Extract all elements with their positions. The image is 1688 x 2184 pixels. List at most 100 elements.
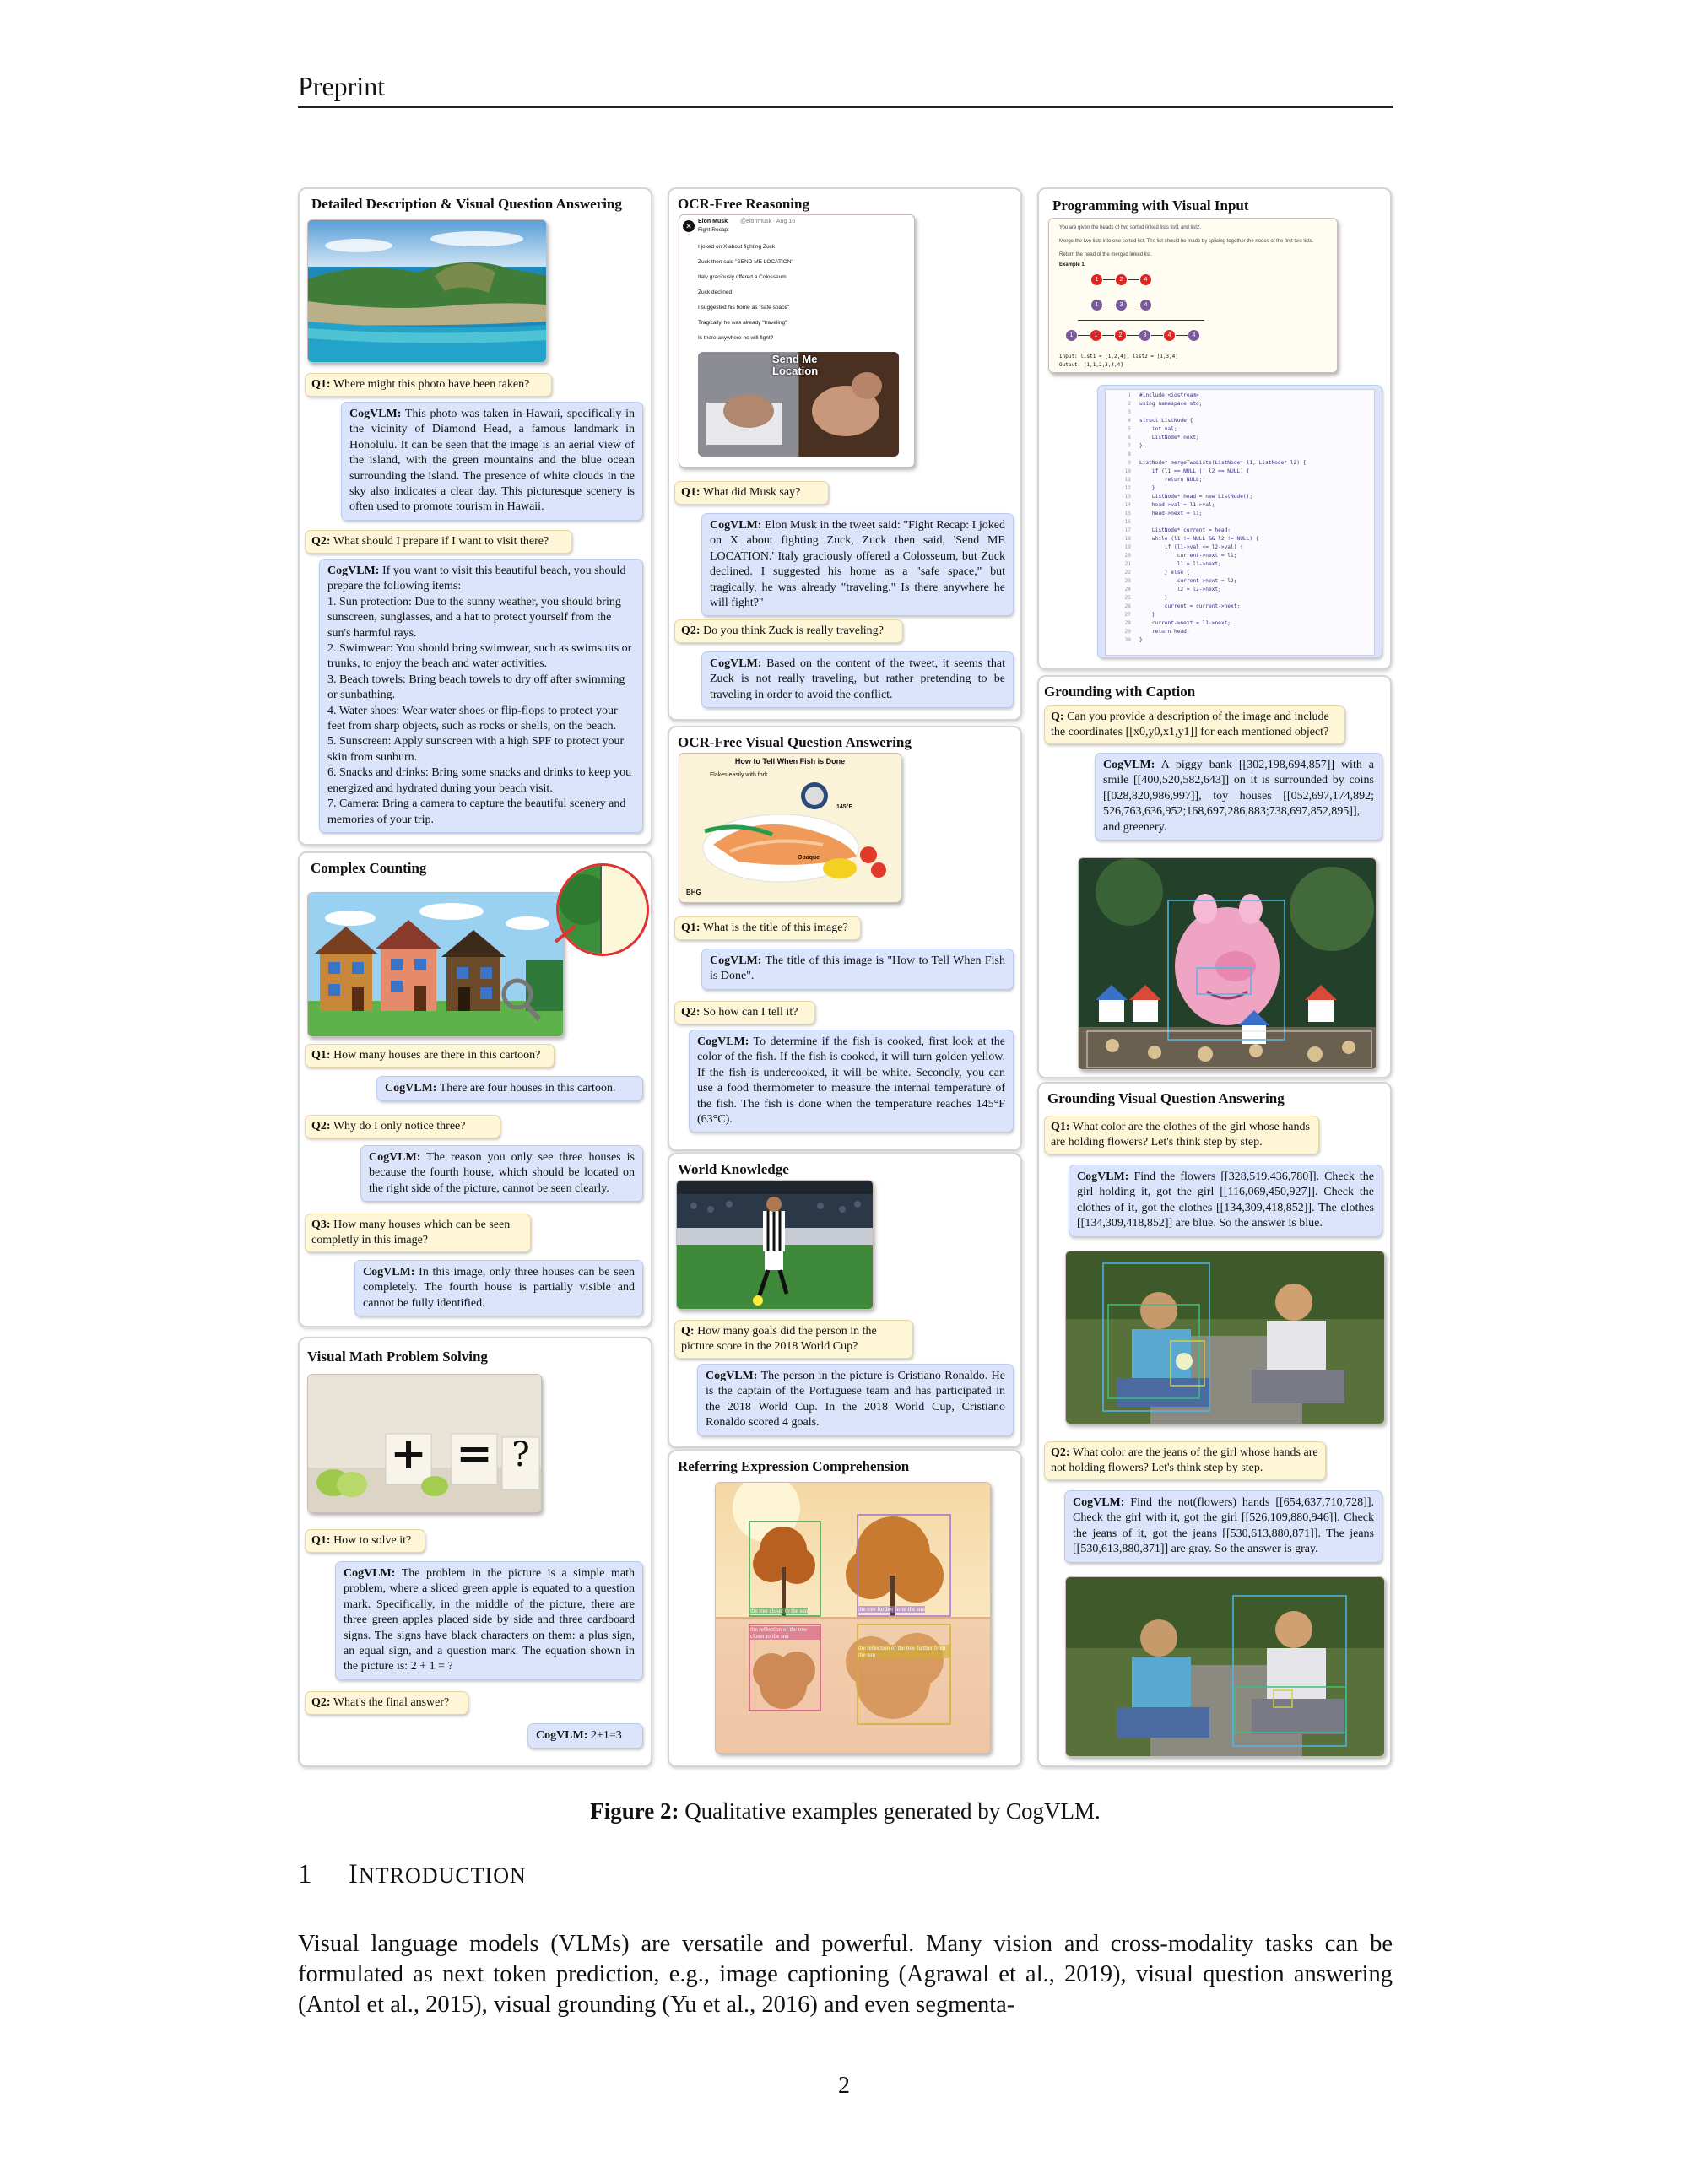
girls-photo-1-image bbox=[1065, 1251, 1385, 1424]
code-line-number: 14 bbox=[1124, 502, 1131, 508]
code-line: 24 l2 = l2->next; bbox=[1106, 586, 1374, 594]
code-line: 6 ListNode* next; bbox=[1106, 434, 1374, 442]
tweet-line: Tragically, he was already "traveling" bbox=[698, 320, 787, 326]
panel-ocr-vqa: OCR-Free Visual Question Answering How t… bbox=[668, 726, 1022, 1151]
answer-1: CogVLM: There are four houses in this ca… bbox=[376, 1076, 643, 1102]
example-input: Input: list1 = [1,2,4], list2 = [1,3,4] bbox=[1059, 354, 1178, 359]
panel-title: Programming with Visual Input bbox=[1052, 197, 1249, 214]
tweet-user: Elon Musk bbox=[698, 219, 728, 224]
answer-label: CogVLM: bbox=[710, 657, 762, 670]
answer-label: CogVLM: bbox=[710, 954, 762, 967]
answer-list-item: 3. Beach towels: Bring beach towels to d… bbox=[327, 673, 625, 702]
code-line-text: } bbox=[1139, 612, 1155, 618]
problem-line: Example 1: bbox=[1059, 262, 1086, 268]
code-line: 25 } bbox=[1106, 594, 1374, 603]
code-line-number: 28 bbox=[1124, 620, 1131, 626]
list-node: 4 bbox=[1164, 330, 1175, 342]
panel-title: Detailed Description & Visual Question A… bbox=[311, 196, 622, 212]
code-line: 13 ListNode* head = new ListNode(); bbox=[1106, 493, 1374, 501]
leetcode-problem-image: You are given the heads of two sorted li… bbox=[1048, 218, 1338, 373]
question-label: Q: bbox=[1051, 711, 1064, 723]
code-line-number: 13 bbox=[1124, 494, 1131, 500]
answer-label: CogVLM: bbox=[1077, 1170, 1129, 1183]
code-block: 1 #include <iostream> 2 using namespace std… bbox=[1105, 389, 1375, 656]
code-line: 4 struct ListNode { bbox=[1106, 417, 1374, 425]
rec-label: the tree further from the sun bbox=[858, 1606, 925, 1613]
answer-text: Elon Musk in the tweet said: "Fight Reca… bbox=[710, 519, 1005, 610]
code-line-text: current->next = l1; bbox=[1139, 553, 1237, 559]
code-line-number: 27 bbox=[1124, 612, 1131, 618]
code-line-number: 22 bbox=[1124, 570, 1131, 576]
panel-title: Referring Expression Comprehension bbox=[678, 1458, 910, 1474]
code-line-number: 30 bbox=[1124, 637, 1131, 643]
list-arrow-icon bbox=[1176, 335, 1188, 337]
panel-grounding-caption: Grounding with Caption Q: Can you provid… bbox=[1037, 675, 1392, 1078]
code-line-text: l1 = l1->next; bbox=[1139, 561, 1221, 567]
list-arrow-icon bbox=[1128, 279, 1139, 281]
code-line-text: ListNode* head = new ListNode(); bbox=[1139, 494, 1253, 500]
code-line: 3 bbox=[1106, 408, 1374, 417]
code-line-text: head->val = l1->val; bbox=[1139, 502, 1215, 508]
code-line: 18 while (l1 != NULL && l2 != NULL) { bbox=[1106, 535, 1374, 543]
code-line-number: 11 bbox=[1124, 477, 1131, 483]
list-arrow-icon bbox=[1078, 335, 1090, 337]
panel-ocr-reasoning: OCR-Free Reasoning ✕ Elon Musk @elonmusk… bbox=[668, 187, 1022, 721]
question-text: Why do I only notice three? bbox=[333, 1120, 466, 1133]
code-line-number: 18 bbox=[1124, 536, 1131, 542]
code-line-number: 25 bbox=[1124, 595, 1131, 601]
rec-label: the reflection of the tree further from … bbox=[858, 1645, 950, 1658]
code-line-number: 16 bbox=[1124, 519, 1131, 525]
question-1: Q1: How many houses are there in this ca… bbox=[305, 1044, 555, 1068]
panel-title: World Knowledge bbox=[678, 1161, 789, 1177]
code-line: 15 head->next = l1; bbox=[1106, 510, 1374, 518]
example-output: Output: [1,1,2,3,4,4] bbox=[1059, 362, 1123, 368]
code-line-text: if (l1->val <= l2->val) { bbox=[1139, 544, 1243, 550]
tweet-photo-overlay: Send Me Location bbox=[772, 353, 819, 377]
tweet-line: Fight Recap: bbox=[698, 227, 729, 233]
code-line-text: } else { bbox=[1139, 570, 1190, 576]
code-line-text: } bbox=[1139, 637, 1143, 643]
code-line-number: 20 bbox=[1124, 553, 1131, 559]
answer-1: CogVLM: The problem in the picture is a … bbox=[335, 1561, 643, 1680]
answer-2: CogVLM: Based on the content of the twee… bbox=[701, 651, 1014, 709]
code-line-number: 10 bbox=[1124, 468, 1131, 474]
panel-programming: Programming with Visual Input You are gi… bbox=[1037, 187, 1392, 670]
answer-3: CogVLM: In this image, only three houses… bbox=[354, 1260, 643, 1317]
rec-label: the tree closer to the sun bbox=[750, 1608, 809, 1614]
list-arrow-icon bbox=[1102, 335, 1114, 337]
code-line: 14 head->val = l1->val; bbox=[1106, 501, 1374, 510]
code-line-text: head->next = l1; bbox=[1139, 511, 1203, 516]
code-line-text: l2 = l2->next; bbox=[1139, 587, 1221, 592]
code-line-number: 3 bbox=[1128, 409, 1131, 415]
question-text: Where might this photo have been taken? bbox=[333, 378, 530, 391]
list-node: 3 bbox=[1116, 300, 1127, 311]
question-label: Q1: bbox=[1051, 1121, 1070, 1133]
answer-label: CogVLM: bbox=[349, 408, 402, 420]
code-line: 11 return NULL; bbox=[1106, 476, 1374, 484]
code-line: 20 current->next = l1; bbox=[1106, 552, 1374, 560]
infographic-opaque-label: Opaque bbox=[798, 855, 820, 861]
code-line-number: 7 bbox=[1128, 443, 1131, 449]
question-1: Q1: What color are the clothes of the gi… bbox=[1044, 1116, 1319, 1154]
tweet-line: I suggested his home as "safe space" bbox=[698, 305, 790, 311]
running-header: Preprint bbox=[298, 71, 386, 101]
code-line-text: if (l1 == NULL || l2 == NULL) { bbox=[1139, 468, 1250, 474]
code-line-number: 15 bbox=[1124, 511, 1131, 516]
list-node: 4 bbox=[1188, 330, 1199, 342]
code-line-number: 8 bbox=[1128, 451, 1131, 457]
answer-list-item: 6. Snacks and drinks: Bring some snacks … bbox=[327, 766, 632, 795]
figure-caption-text: Qualitative examples generated by CogVLM… bbox=[679, 1798, 1101, 1824]
code-line-number: 21 bbox=[1124, 561, 1131, 567]
cartoon-houses-image bbox=[307, 892, 564, 1037]
question-label: Q2: bbox=[311, 535, 331, 548]
question-text: Can you provide a description of the ima… bbox=[1051, 711, 1329, 738]
code-line: 22 } else { bbox=[1106, 569, 1374, 577]
answer-text: There are four houses in this cartoon. bbox=[439, 1082, 616, 1095]
question-label: Q1: bbox=[311, 1534, 331, 1547]
code-line: 19 if (l1->val <= l2->val) { bbox=[1106, 543, 1374, 552]
code-line-text: #include <iostream> bbox=[1139, 392, 1199, 398]
question-2: Q2: What should I prepare if I want to v… bbox=[305, 530, 572, 554]
list-arrow-icon bbox=[1103, 279, 1115, 281]
code-line: 9 ListNode* mergeTwoLists(ListNode* l1, L… bbox=[1106, 459, 1374, 468]
question-2: Q2: What color are the jeans of the girl… bbox=[1044, 1441, 1326, 1480]
